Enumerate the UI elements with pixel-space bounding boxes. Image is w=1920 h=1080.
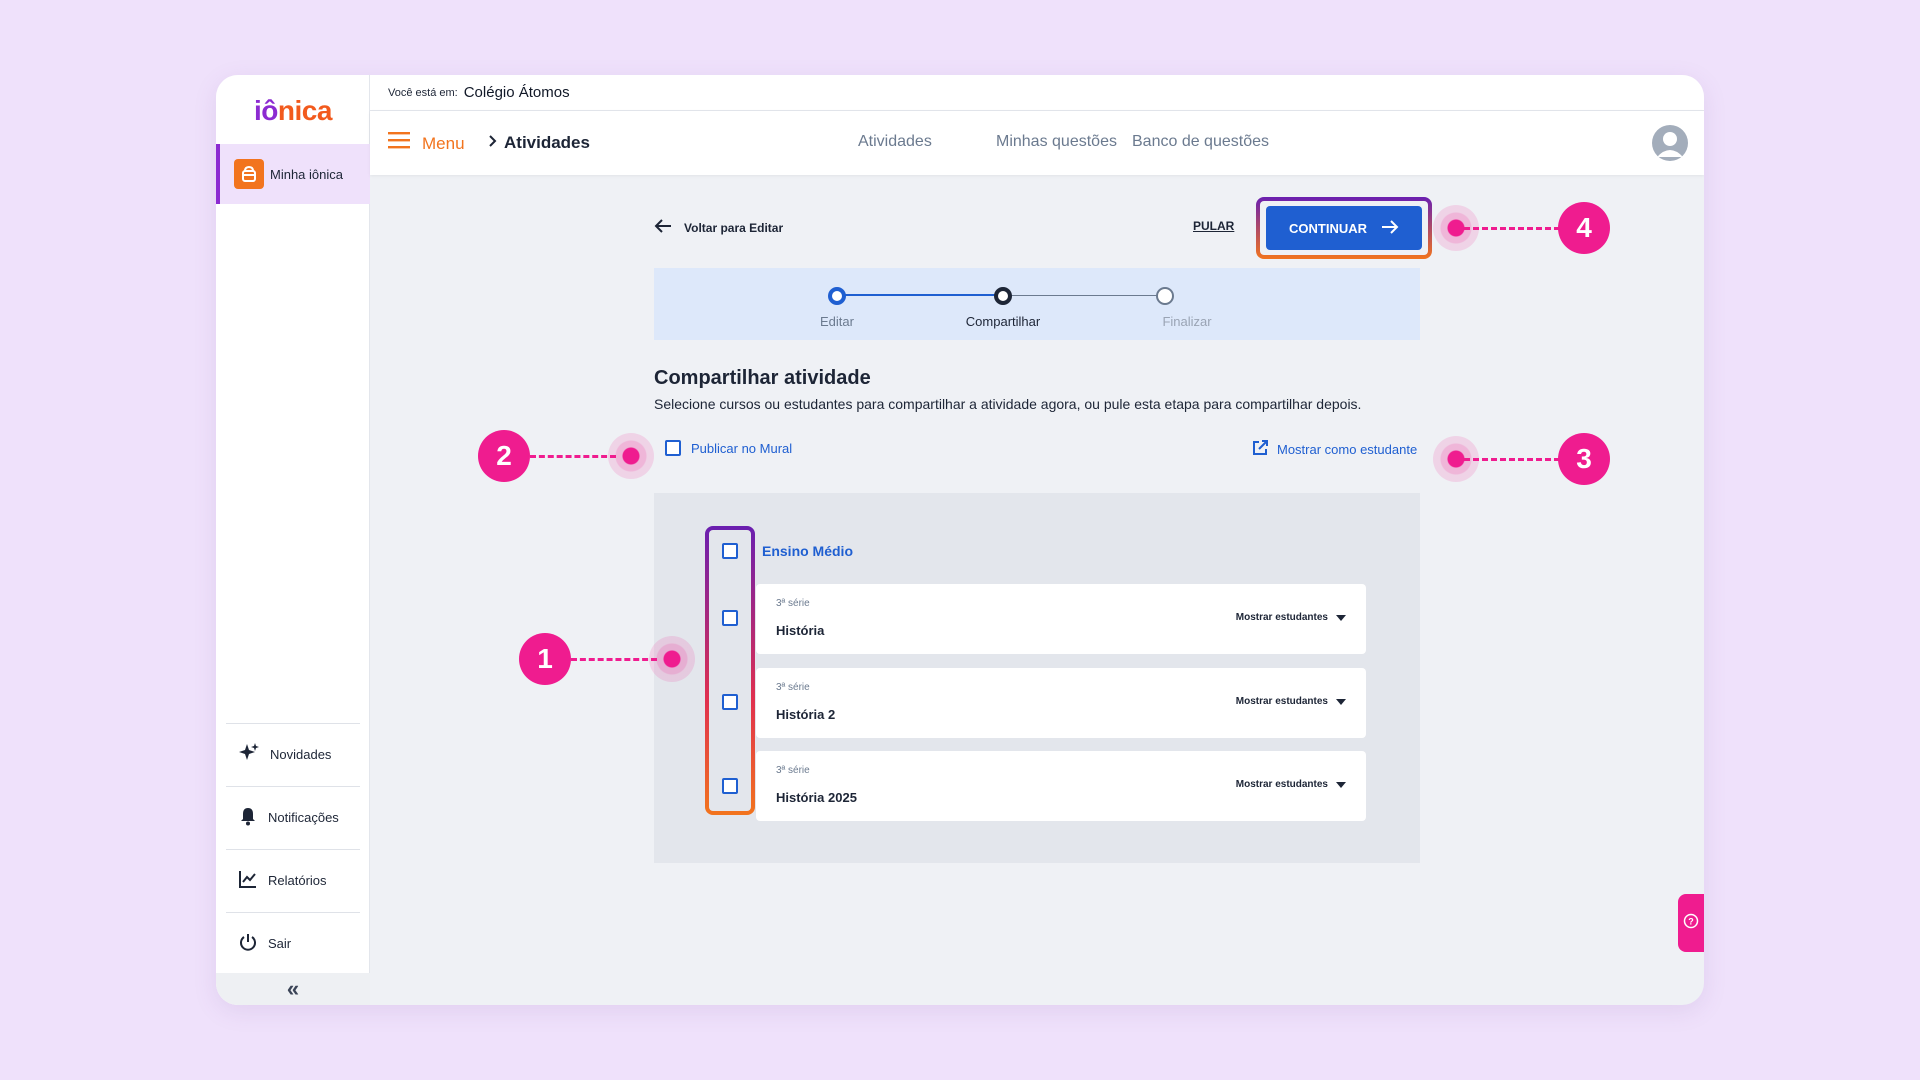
sidebar-item-label: Novidades [270,747,332,762]
chart-line-icon [238,869,258,892]
progress-stepper: Editar Compartilhar Finalizar [654,268,1420,340]
continue-button[interactable]: CONTINUAR [1266,206,1422,250]
callout-line-2 [530,455,616,458]
course-card: 3ª série História 2 Mostrar estudantes [756,668,1366,738]
sidebar-item-label: Sair [268,936,292,951]
sidebar-item-novidades[interactable]: Novidades [226,723,360,785]
sidebar: iônica Minha iônica Novidades Notificaçõ… [216,75,370,1005]
callout-line-4 [1464,227,1560,230]
course-serie: 3ª série [776,765,810,776]
course-card: 3ª série História 2025 Mostrar estudante… [756,751,1366,821]
course-name: História 2025 [776,790,857,805]
callout-marker-2: 2 [478,430,530,482]
sidebar-item-label: Relatórios [268,873,327,888]
stepper-line-2 [1003,295,1165,296]
course-serie: 3ª série [776,598,810,609]
show-students-label: Mostrar estudantes [1235,696,1328,707]
show-as-student-link[interactable]: Mostrar como estudante [1251,439,1417,460]
show-as-student-label: Mostrar como estudante [1277,442,1418,457]
step-dot-editar[interactable] [828,287,846,305]
caret-down-icon [1336,614,1346,621]
step-dot-finalizar [1156,287,1174,305]
sidebar-item-label: Notificações [268,810,339,825]
menu-button[interactable]: Menu [388,131,465,154]
publish-mural-label: Publicar no Mural [691,440,793,456]
caret-down-icon [1336,698,1346,705]
location-prefix: Você está em: [388,86,458,99]
menu-label: Menu [422,134,465,153]
top-nav: Menu Atividades Atividades Minhas questõ… [370,111,1704,175]
step-label-editar: Editar [820,314,854,329]
course-name: História [776,623,825,638]
checkbox-column-highlight [705,526,755,815]
publish-mural-option[interactable]: Publicar no Mural [665,440,792,456]
callout-marker-3: 3 [1558,433,1610,485]
show-students-toggle[interactable]: Mostrar estudantes [1236,612,1346,623]
show-students-toggle[interactable]: Mostrar estudantes [1236,779,1346,790]
collapse-sidebar-button[interactable]: « [216,973,370,1005]
sidebar-item-notificacoes[interactable]: Notificações [226,786,360,848]
continue-label: CONTINUAR [1289,220,1367,236]
callout-pulse-1 [649,636,695,682]
location-bar: Você está em: Colégio Átomos [370,75,1704,111]
tab-minhas-questoes[interactable]: Minhas questões [996,133,1117,151]
step-label-compartilhar: Compartilhar [965,314,1041,329]
hamburger-icon [388,131,410,154]
svg-text:?: ? [1688,916,1694,926]
step-label-finalizar: Finalizar [1162,314,1212,329]
page-subtitle: Selecione cursos ou estudantes para comp… [654,396,1362,412]
chevron-right-icon [488,133,498,153]
tab-atividades[interactable]: Atividades [858,133,932,151]
back-label: Voltar para Editar [684,220,784,235]
bell-icon [238,806,258,829]
course-checkbox[interactable] [722,778,738,794]
user-avatar[interactable] [1652,125,1688,161]
caret-down-icon [1336,781,1346,788]
group-checkbox-ensino-medio[interactable] [722,543,738,559]
power-icon [238,932,258,955]
callout-marker-1: 1 [519,633,571,685]
show-students-label: Mostrar estudantes [1235,612,1328,623]
course-serie: 3ª série [776,682,810,693]
sidebar-item-sair[interactable]: Sair [226,912,360,974]
show-students-toggle[interactable]: Mostrar estudantes [1236,696,1346,707]
school-name: Colégio Átomos [463,84,570,101]
course-name: História 2 [776,707,836,722]
help-icon: ? [1683,913,1699,934]
callout-line-1 [571,658,657,661]
ionica-logo: iônica [254,95,332,126]
arrow-right-icon [1381,219,1399,237]
publish-mural-checkbox[interactable] [665,440,681,456]
callout-marker-4: 4 [1558,202,1610,254]
sidebar-item-relatorios[interactable]: Relatórios [226,849,360,911]
callout-pulse-2 [608,433,654,479]
tab-banco-de-questoes[interactable]: Banco de questões [1132,133,1269,151]
arrow-left-icon [654,219,672,236]
skip-link[interactable]: PULAR [1193,219,1234,233]
sidebar-item-minha-ionica[interactable]: Minha iônica [216,144,370,204]
breadcrumb: Atividades [488,133,590,153]
help-button[interactable]: ? [1678,894,1704,952]
course-checkbox[interactable] [722,694,738,710]
sidebar-item-label: Minha iônica [270,166,343,182]
sparkles-icon [238,742,260,767]
external-link-icon [1251,439,1269,460]
stepper-line-1 [841,294,1003,296]
double-chevron-left-icon: « [286,976,300,1001]
app-window: iônica Minha iônica Novidades Notificaçõ… [216,75,1704,1005]
step-dot-compartilhar [994,287,1012,305]
callout-line-3 [1464,458,1560,461]
back-to-edit-link[interactable]: Voltar para Editar [654,219,783,236]
group-label: Ensino Médio [762,543,853,559]
backpack-icon [234,159,264,189]
show-students-label: Mostrar estudantes [1235,779,1328,790]
breadcrumb-current: Atividades [504,133,590,152]
page-title: Compartilhar atividade [654,367,871,389]
course-checkbox[interactable] [722,610,738,626]
course-card: 3ª série História Mostrar estudantes [756,584,1366,654]
